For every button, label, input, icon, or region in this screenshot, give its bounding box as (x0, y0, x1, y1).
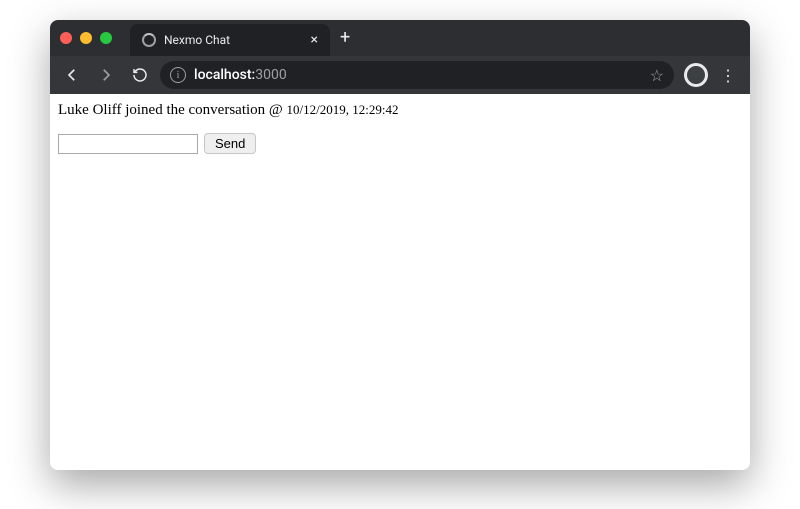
browser-menu-button[interactable]: ⋮ (720, 66, 736, 85)
loading-spinner-icon (142, 33, 156, 47)
tab-title: Nexmo Chat (164, 33, 303, 47)
send-button[interactable]: Send (204, 133, 256, 154)
url-text: localhost:3000 (194, 67, 287, 83)
message-form: Send (58, 133, 742, 154)
minimize-window-button[interactable] (80, 32, 92, 44)
profile-avatar[interactable] (684, 63, 708, 87)
browser-window: Nexmo Chat × + i localhost:3000 ☆ ⋮ Luke… (50, 20, 750, 470)
browser-toolbar: i localhost:3000 ☆ ⋮ (50, 56, 750, 94)
system-message: Luke Oliff joined the conversation @ 10/… (58, 102, 742, 119)
page-content: Luke Oliff joined the conversation @ 10/… (50, 94, 750, 470)
url-host: localhost: (194, 67, 255, 83)
site-info-icon[interactable]: i (170, 67, 186, 83)
reload-button[interactable] (126, 61, 154, 89)
bookmark-star-icon[interactable]: ☆ (650, 66, 664, 85)
titlebar: Nexmo Chat × + (50, 20, 750, 56)
message-text: Luke Oliff joined the conversation (58, 102, 265, 118)
url-port: 3000 (255, 67, 286, 83)
browser-tab[interactable]: Nexmo Chat × (130, 24, 330, 56)
close-tab-icon[interactable]: × (311, 33, 318, 47)
message-input[interactable] (58, 134, 198, 154)
maximize-window-button[interactable] (100, 32, 112, 44)
new-tab-button[interactable]: + (340, 29, 350, 47)
close-window-button[interactable] (60, 32, 72, 44)
address-bar[interactable]: i localhost:3000 ☆ (160, 61, 674, 89)
message-timestamp: 10/12/2019, 12:29:42 (287, 102, 399, 117)
window-controls (60, 32, 112, 44)
forward-button[interactable] (92, 61, 120, 89)
back-button[interactable] (58, 61, 86, 89)
message-at-separator: @ (265, 102, 286, 118)
avatar-icon (687, 66, 705, 84)
